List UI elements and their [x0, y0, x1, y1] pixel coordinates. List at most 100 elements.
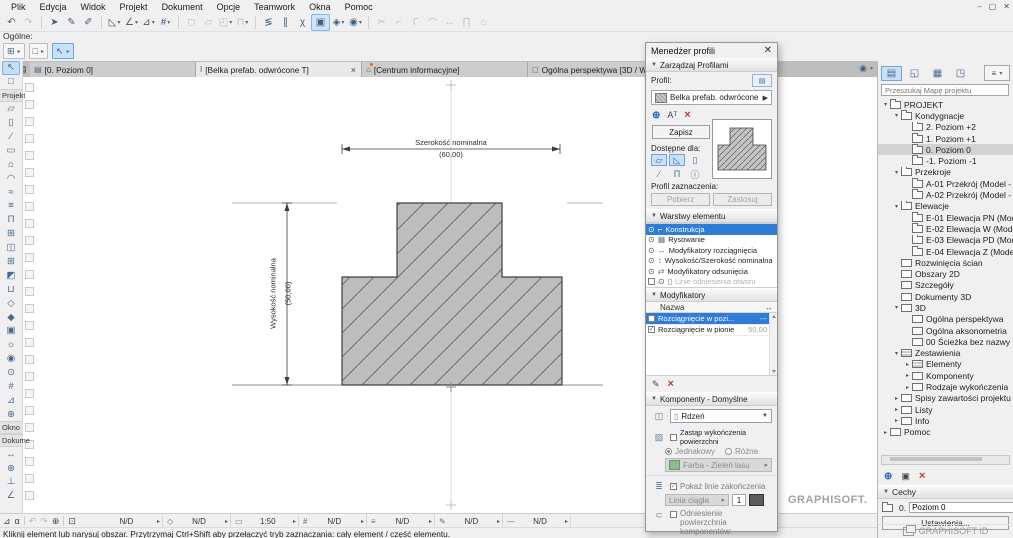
eraser-icon[interactable]: ◻: [183, 15, 200, 30]
morph-tool[interactable]: ◆: [2, 310, 20, 324]
arrow-tool[interactable]: ↖: [2, 61, 20, 75]
rename-profile-icon[interactable]: Aᵀ: [667, 110, 677, 120]
rebuild-icon[interactable]: ◉ ▾: [347, 15, 364, 30]
lock-icon[interactable]: ⊓ ▾: [234, 15, 251, 30]
visualization-icon[interactable]: ◈ ▾: [330, 15, 347, 30]
status-pen[interactable]: ✎ N/D ▸: [435, 514, 503, 528]
opening-tool[interactable]: ⊔: [2, 282, 20, 296]
mini-palette-slot[interactable]: [25, 372, 34, 381]
tree-section-a02[interactable]: A-02 Przekrój (Model - przebudowani: [878, 189, 1013, 200]
mini-palette-slot[interactable]: [25, 457, 34, 466]
tab-floor-plan[interactable]: ▤ [0. Poziom 0]: [30, 62, 196, 77]
edit-modifier-icon[interactable]: ✎: [652, 379, 660, 390]
tree-expander-icon[interactable]: ▾: [892, 203, 901, 210]
add-profile-icon[interactable]: ⊕: [652, 110, 660, 121]
apply-button[interactable]: Zastosuj: [713, 193, 772, 206]
tree-story-2[interactable]: 2. Poziom +2: [878, 121, 1013, 133]
grid-element-tool[interactable]: #: [2, 380, 20, 394]
resize-icon[interactable]: ↔: [441, 15, 458, 30]
component-select[interactable]: ▯ Rdzeń ▼: [670, 409, 772, 423]
trim-icon[interactable]: ▱: [200, 15, 217, 30]
surface-dropdown[interactable]: Farba - Zieleń lasu ▸: [665, 458, 772, 472]
info-availability-icon[interactable]: ⓘ: [687, 168, 703, 180]
tree-expander-icon[interactable]: ▸: [903, 361, 912, 368]
menu-item[interactable]: Projekt: [113, 1, 155, 13]
pickup-parameters-icon[interactable]: ✎: [63, 15, 80, 30]
tree-3d[interactable]: ▾ 3D: [878, 302, 1013, 313]
tree-elevation-e04[interactable]: E-04 Elewacja Z (Model - przebudowa: [878, 245, 1013, 257]
tree-elements[interactable]: ▸ Elementy: [878, 359, 1013, 370]
menu-item[interactable]: Okna: [302, 1, 338, 13]
pen-number-field[interactable]: 1: [732, 494, 746, 506]
tree-details[interactable]: Szczegóły: [878, 280, 1013, 291]
scrollbar-thumb[interactable]: [890, 457, 982, 461]
stretch-icon[interactable]: ∏: [458, 15, 475, 30]
status-scale[interactable]: ▭ 1:50 ▸: [231, 514, 299, 528]
tree-worksheets[interactable]: Obszary 2D: [878, 268, 1013, 279]
tree-project[interactable]: ▾ PROJEKT: [878, 99, 1013, 110]
beam-tool[interactable]: ∕: [2, 130, 20, 144]
mini-palette-slot[interactable]: [25, 117, 34, 126]
tree-stories[interactable]: ▾ Kondygnacje: [878, 110, 1013, 121]
arrow-mode-button[interactable]: ↖ ▸: [52, 43, 74, 59]
profile-dropdown[interactable]: Belka prefab. odwrócone T ▶: [651, 90, 772, 105]
tree-components[interactable]: ▸ Komponenty: [878, 370, 1013, 381]
line-type-dropdown[interactable]: Linia ciągła ▸: [665, 494, 729, 506]
section-element-layers[interactable]: ▼ Warstwy elementu: [646, 209, 777, 223]
publisher-tab[interactable]: ◳: [950, 66, 971, 81]
pickup-button[interactable]: Pobierz: [651, 193, 710, 206]
mini-palette-slot[interactable]: [25, 355, 34, 364]
skylight-tool[interactable]: ◩: [2, 268, 20, 282]
menu-item[interactable]: Widok: [74, 1, 113, 13]
maximize-button[interactable]: ▢: [989, 2, 997, 11]
camera-tool[interactable]: ⊙: [2, 366, 20, 380]
tree-expander-icon[interactable]: ▸: [892, 395, 901, 402]
tree-documents-3d[interactable]: Dokumenty 3D: [878, 291, 1013, 302]
mini-palette-slot[interactable]: [25, 134, 34, 143]
mini-palette-slot[interactable]: [25, 474, 34, 483]
layer-stretch-modifiers[interactable]: ⊙ ↔ Modyfikatory rozciągnięcia: [646, 245, 777, 256]
object-tool[interactable]: ▣: [2, 324, 20, 338]
modifier-checkbox[interactable]: [648, 326, 655, 334]
radio-uniform[interactable]: Jednakowy: [665, 447, 715, 456]
horizontal-scrollbar[interactable]: [881, 455, 1010, 465]
tree-story-0[interactable]: 0. Poziom 0: [878, 144, 1013, 156]
elevation-dimension-tool[interactable]: ⊥: [2, 475, 20, 489]
roof-tool[interactable]: ⌂: [2, 157, 20, 171]
zoom-in-icon[interactable]: ⊕: [52, 516, 60, 527]
beam-availability-icon[interactable]: ◺: [669, 154, 685, 166]
redo-icon[interactable]: ↷: [20, 15, 37, 30]
override-surfaces-checkbox[interactable]: [670, 433, 677, 441]
settings-icon[interactable]: ▣: [901, 471, 910, 482]
eye-icon[interactable]: ⊙: [648, 256, 655, 265]
tree-story-m1[interactable]: -1. Poziom -1: [878, 155, 1013, 166]
adjust-icon[interactable]: Γ: [407, 15, 424, 30]
angle-dimension-tool[interactable]: ∠: [2, 489, 20, 503]
fit-in-window-icon[interactable]: ⊡: [68, 516, 76, 527]
inject-parameters-icon[interactable]: ✐: [80, 15, 97, 30]
layer-construction[interactable]: ⊙ ⌐ Konstrukcja: [646, 224, 777, 235]
tree-lists[interactable]: ▸ Listy: [878, 404, 1013, 415]
split-icon[interactable]: ⌐: [390, 15, 407, 30]
tree-camera-path[interactable]: 00 Ścieżka bez nazwy: [878, 336, 1013, 347]
selection-settings-button[interactable]: ⊞ ▸: [3, 43, 25, 59]
layer-offset-modifiers[interactable]: ⊙ ⇄ Modyfikatory odsunięcia: [646, 266, 777, 277]
close-button[interactable]: ✕: [1003, 2, 1010, 11]
railing-availability-icon[interactable]: Π: [669, 168, 685, 180]
section-manage-profiles[interactable]: ▼ Zarządzaj Profilami: [646, 58, 777, 72]
layer-opening-reference[interactable]: ⊙ ▯ Linie odniesienia otworu: [646, 277, 777, 288]
status-line[interactable]: — N/D ▸: [503, 514, 571, 528]
menu-item[interactable]: Pomoc: [338, 1, 380, 13]
menu-item[interactable]: Opcje: [210, 1, 248, 13]
bring-order-icon[interactable]: ≶: [260, 15, 277, 30]
tree-expander-icon[interactable]: ▸: [903, 372, 912, 379]
close-icon[interactable]: ✕: [764, 45, 772, 56]
shell-tool[interactable]: ◠: [2, 171, 20, 185]
delete-modifier-icon[interactable]: ×: [668, 378, 674, 390]
minimize-button[interactable]: ‒: [977, 2, 981, 11]
tree-info[interactable]: ▸ Info: [878, 415, 1013, 426]
group-icon[interactable]: ◰ ▾: [217, 15, 234, 30]
marquee-tool[interactable]: □: [2, 75, 20, 89]
undo-icon[interactable]: ↶: [3, 15, 20, 30]
column-availability-icon[interactable]: ▯: [687, 154, 703, 166]
